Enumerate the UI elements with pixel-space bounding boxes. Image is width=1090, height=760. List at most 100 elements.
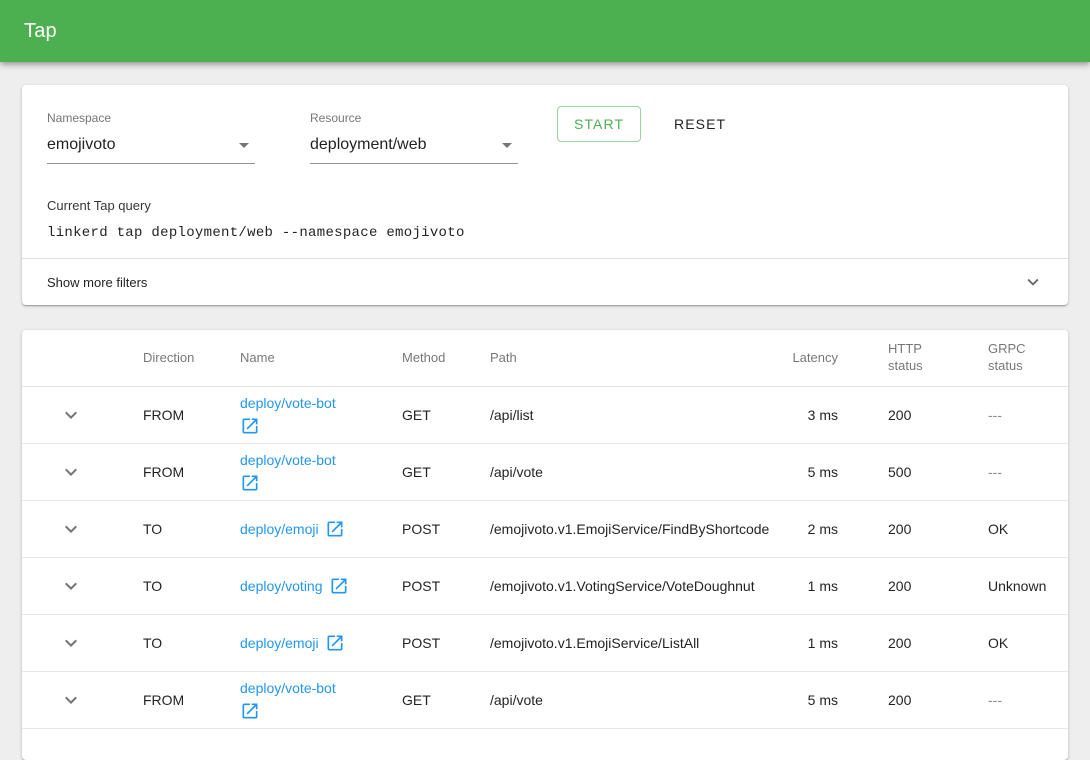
path-cell: /emojivoto.v1.VotingService/VoteDoughnut (490, 578, 790, 594)
resource-link[interactable]: deploy/voting (240, 578, 323, 594)
latency-cell: 5 ms (790, 692, 838, 708)
table-row: FROM deploy/vote-bot GET /api/vote 5 ms … (22, 444, 1068, 501)
method-cell: POST (402, 578, 490, 594)
latency-cell: 1 ms (790, 578, 838, 594)
latency-cell: 1 ms (790, 635, 838, 651)
direction-cell: TO (143, 521, 240, 537)
expand-row-button[interactable] (51, 395, 91, 435)
current-tap-query-label: Current Tap query (47, 198, 151, 213)
resource-link[interactable]: deploy/emoji (240, 635, 319, 651)
path-cell: /emojivoto.v1.EmojiService/ListAll (490, 635, 790, 651)
table-row: FROM deploy/vote-bot GET /api/list 3 ms … (22, 387, 1068, 444)
namespace-select[interactable]: emojivoto (47, 136, 255, 164)
name-cell: deploy/vote-bot (240, 452, 402, 493)
dropdown-arrow-icon (239, 143, 249, 148)
method-cell: GET (402, 407, 490, 423)
chevron-down-icon (59, 403, 83, 427)
direction-cell: FROM (143, 692, 240, 708)
expand-cell (22, 509, 143, 549)
tap-results-table: Direction Name Method Path Latency HTTP … (22, 330, 1068, 760)
path-cell: /api/vote (490, 692, 790, 708)
chevron-down-icon (59, 517, 83, 541)
open-in-new-icon[interactable] (325, 519, 345, 539)
expand-row-button[interactable] (51, 680, 91, 720)
direction-cell: TO (143, 635, 240, 651)
table-body: FROM deploy/vote-bot GET /api/list 3 ms … (22, 387, 1068, 729)
direction-cell: FROM (143, 464, 240, 480)
namespace-label: Namespace (47, 111, 255, 125)
grpc-status-cell: --- (988, 692, 1068, 708)
method-cell: GET (402, 692, 490, 708)
resource-label: Resource (310, 111, 518, 125)
resource-field: Resource deployment/web (310, 111, 518, 164)
latency-cell: 5 ms (790, 464, 838, 480)
chevron-down-icon (59, 574, 83, 598)
open-in-new-icon[interactable] (329, 576, 349, 596)
resource-link[interactable]: deploy/vote-bot (240, 680, 336, 696)
expand-cell (22, 680, 143, 720)
http-status-cell: 200 (838, 521, 988, 537)
expand-cell (22, 623, 143, 663)
grpc-status-cell: Unknown (988, 578, 1068, 594)
column-method: Method (402, 350, 490, 367)
table-row: TO deploy/emoji POST /emojivoto.v1.Emoji… (22, 615, 1068, 672)
chevron-down-icon (59, 631, 83, 655)
chevron-down-icon (59, 688, 83, 712)
dropdown-arrow-icon (502, 143, 512, 148)
chevron-down-icon (59, 460, 83, 484)
name-cell: deploy/vote-bot (240, 395, 402, 436)
expand-row-button[interactable] (51, 452, 91, 492)
method-cell: POST (402, 521, 490, 537)
resource-link[interactable]: deploy/vote-bot (240, 452, 336, 468)
resource-selected-value: deployment/web (310, 136, 427, 154)
column-direction: Direction (143, 350, 240, 367)
grpc-status-cell: OK (988, 635, 1068, 651)
http-status-cell: 500 (838, 464, 988, 480)
column-http-status: HTTP status (838, 341, 988, 375)
show-more-filters-label: Show more filters (47, 275, 147, 290)
http-status-cell: 200 (838, 578, 988, 594)
column-grpc-status: GRPC status (988, 341, 1068, 375)
chevron-down-icon (1022, 271, 1044, 293)
column-latency: Latency (790, 350, 838, 367)
table-row: TO deploy/emoji POST /emojivoto.v1.Emoji… (22, 501, 1068, 558)
name-cell: deploy/voting (240, 576, 402, 596)
path-cell: /api/vote (490, 464, 790, 480)
expand-cell (22, 566, 143, 606)
http-status-cell: 200 (838, 407, 988, 423)
expand-row-button[interactable] (51, 509, 91, 549)
resource-select[interactable]: deployment/web (310, 136, 518, 164)
tap-filter-card: Namespace emojivoto Resource deployment/… (22, 85, 1068, 305)
open-in-new-icon[interactable] (240, 473, 260, 493)
path-cell: /emojivoto.v1.EmojiService/FindByShortco… (490, 521, 790, 537)
open-in-new-icon[interactable] (240, 416, 260, 436)
expand-row-button[interactable] (51, 566, 91, 606)
grpc-status-cell: OK (988, 521, 1068, 537)
expand-row-button[interactable] (51, 623, 91, 663)
page-title: Tap (24, 20, 57, 43)
resource-link[interactable]: deploy/emoji (240, 521, 319, 537)
show-more-filters-toggle[interactable]: Show more filters (22, 259, 1068, 305)
http-status-cell: 200 (838, 692, 988, 708)
expand-cell (22, 395, 143, 435)
method-cell: POST (402, 635, 490, 651)
method-cell: GET (402, 464, 490, 480)
open-in-new-icon[interactable] (325, 633, 345, 653)
reset-button[interactable]: RESET (666, 106, 734, 142)
latency-cell: 3 ms (790, 407, 838, 423)
direction-cell: FROM (143, 407, 240, 423)
latency-cell: 2 ms (790, 521, 838, 537)
start-button[interactable]: START (557, 106, 641, 142)
app-bar: Tap (0, 0, 1090, 62)
table-row: FROM deploy/vote-bot GET /api/vote 5 ms … (22, 672, 1068, 729)
table-row: TO deploy/voting POST /emojivoto.v1.Voti… (22, 558, 1068, 615)
direction-cell: TO (143, 578, 240, 594)
grpc-status-cell: --- (988, 407, 1068, 423)
tap-query-command: linkerd tap deployment/web --namespace e… (47, 225, 465, 241)
namespace-field: Namespace emojivoto (47, 111, 255, 164)
namespace-selected-value: emojivoto (47, 136, 115, 154)
open-in-new-icon[interactable] (240, 701, 260, 721)
resource-link[interactable]: deploy/vote-bot (240, 395, 336, 411)
http-status-cell: 200 (838, 635, 988, 651)
grpc-status-cell: --- (988, 464, 1068, 480)
